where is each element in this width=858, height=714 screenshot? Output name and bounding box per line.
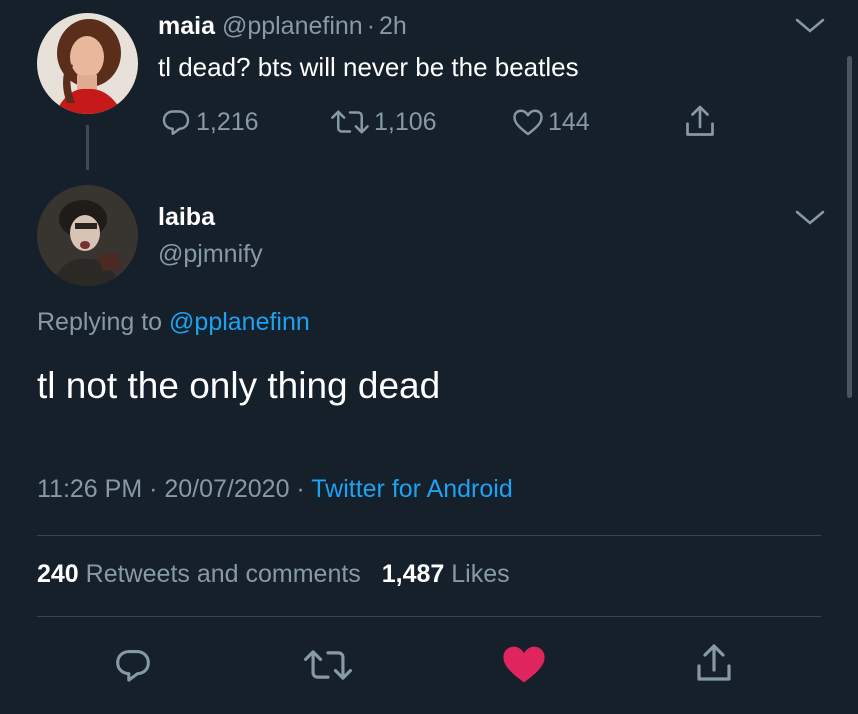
parent-time[interactable]: 2h xyxy=(379,12,407,40)
parent-separator: · xyxy=(366,12,376,40)
scrollbar[interactable] xyxy=(847,56,852,398)
author-display-name[interactable]: laiba xyxy=(158,203,215,232)
parent-more-button[interactable] xyxy=(794,16,826,36)
parent-header: maia @pplanefinn · 2h xyxy=(158,12,407,41)
parent-like-count: 144 xyxy=(548,107,590,136)
reply-icon xyxy=(162,110,190,136)
heart-icon xyxy=(503,646,545,683)
chevron-down-icon xyxy=(795,210,825,225)
divider-top xyxy=(37,535,821,536)
replying-to-line: Replying to @pplanefinn xyxy=(37,308,310,337)
parent-retweet-action[interactable]: 1,106 xyxy=(328,104,437,140)
share-icon xyxy=(686,105,714,136)
heart-icon xyxy=(513,109,543,136)
parent-retweet-count: 1,106 xyxy=(374,107,437,136)
thread-connector xyxy=(86,125,89,170)
tweet-source[interactable]: Twitter for Android xyxy=(311,475,512,503)
divider-bottom xyxy=(37,616,821,617)
retweet-button[interactable] xyxy=(300,642,356,688)
parent-reply-count: 1,216 xyxy=(196,107,259,136)
parent-tweet-text: tl dead? bts will never be the beatles xyxy=(158,52,579,82)
likes-stat[interactable]: 1,487 Likes xyxy=(382,560,510,588)
tweet-more-button[interactable] xyxy=(794,208,826,228)
parent-display-name[interactable]: maia xyxy=(158,12,215,40)
chevron-down-icon xyxy=(795,18,825,33)
replying-to-handle[interactable]: @pplanefinn xyxy=(169,308,310,336)
parent-handle[interactable]: @pplanefinn xyxy=(222,12,363,40)
reply-button[interactable] xyxy=(110,642,156,688)
parent-share-action[interactable] xyxy=(680,102,720,142)
tweet-text: tl not the only thing dead xyxy=(37,365,441,406)
like-button[interactable] xyxy=(498,638,550,690)
parent-like-action[interactable]: 144 xyxy=(510,104,590,140)
likes-count: 1,487 xyxy=(381,560,445,588)
retweet-icon xyxy=(304,650,352,680)
retweet-icon xyxy=(331,110,369,134)
parent-reply-action[interactable]: 1,216 xyxy=(158,104,259,140)
share-button[interactable] xyxy=(690,640,738,688)
author-avatar[interactable] xyxy=(37,185,138,286)
retweets-label: Retweets and comments xyxy=(85,560,361,588)
retweets-count: 240 xyxy=(37,560,79,588)
likes-label: Likes xyxy=(451,560,510,588)
share-icon xyxy=(697,644,731,681)
retweets-stat[interactable]: 240 Retweets and comments xyxy=(37,560,368,588)
author-handle[interactable]: @pjmnify xyxy=(158,240,263,269)
engagement-stats: 240 Retweets and comments 1,487 Likes xyxy=(37,560,510,589)
replying-to-label: Replying to xyxy=(37,308,163,336)
parent-avatar[interactable] xyxy=(37,13,138,114)
tweet-meta: 11:26 PM · 20/07/2020 · Twitter for Andr… xyxy=(37,475,513,504)
reply-icon xyxy=(116,650,150,682)
tweet-timestamp[interactable]: 11:26 PM · 20/07/2020 · xyxy=(37,475,305,503)
